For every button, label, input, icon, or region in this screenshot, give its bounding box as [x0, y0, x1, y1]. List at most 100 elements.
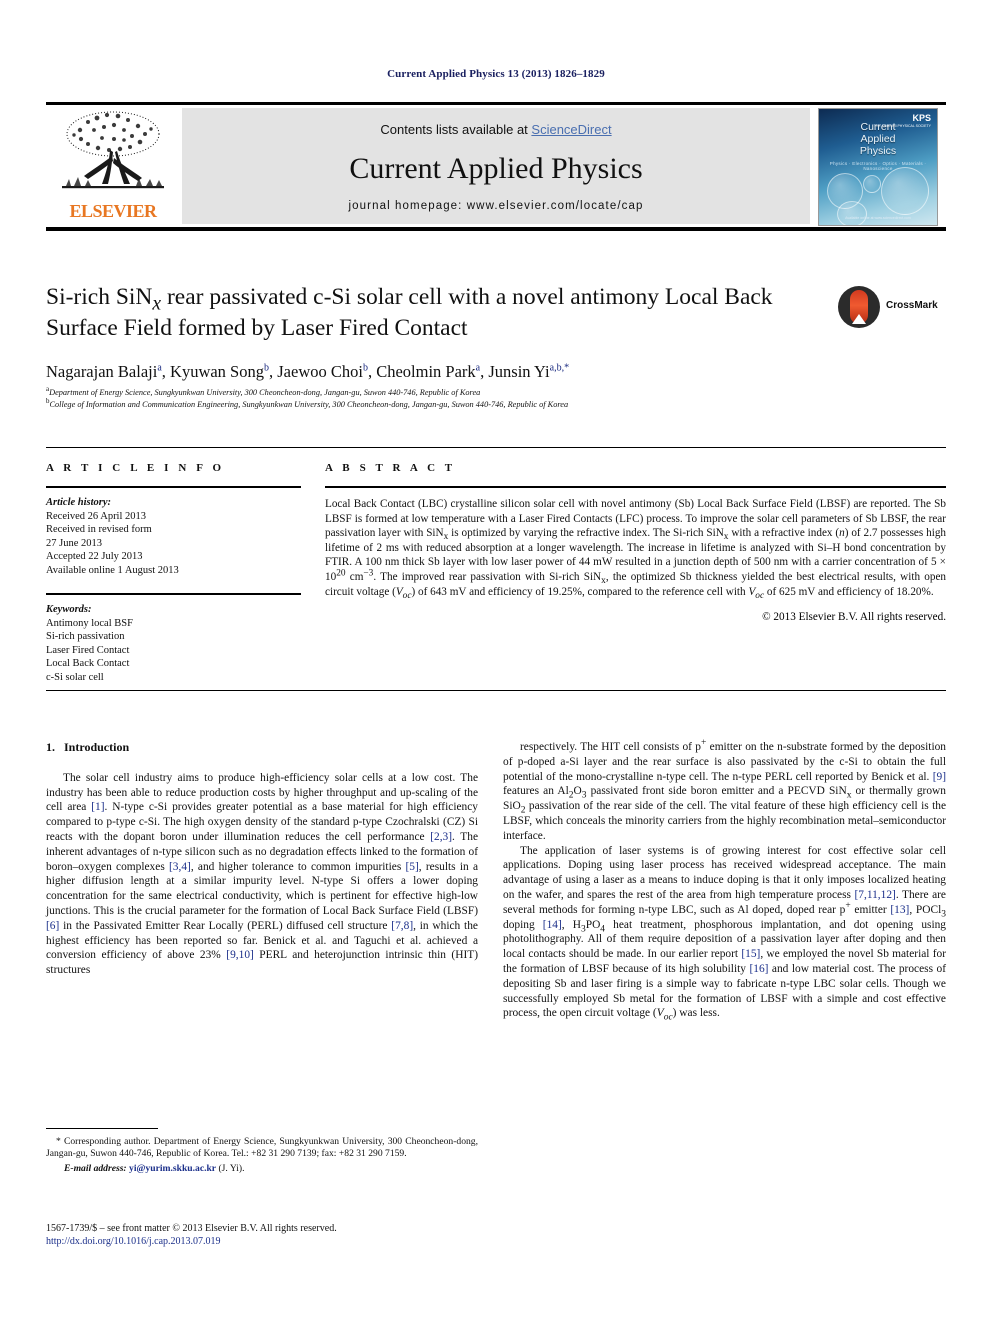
subscript: 2: [520, 805, 526, 816]
citation-reference[interactable]: [15]: [741, 948, 760, 960]
keyword-item: Antimony local BSF: [46, 617, 133, 629]
running-head: Current Applied Physics 13 (2013) 1826–1…: [387, 68, 605, 80]
journal-homepage-line[interactable]: journal homepage: www.elsevier.com/locat…: [182, 200, 810, 212]
keywords-block: Keywords: Antimony local BSF Si-rich pas…: [46, 603, 301, 684]
article-info-column: A R T I C L E I N F O Article history: R…: [46, 462, 301, 684]
subscript: 3: [580, 923, 586, 934]
cover-journal-title: Current Applied Physics: [859, 121, 897, 157]
footnote-corresponding-text: * Corresponding author. Department of En…: [46, 1136, 478, 1160]
affiliation-b: bCollege of Information and Communicatio…: [46, 398, 569, 409]
subscript: 2: [568, 790, 574, 801]
history-item: Received in revised form: [46, 524, 152, 535]
issn-line: 1567-1739/$ – see front matter © 2013 El…: [46, 1223, 337, 1234]
author[interactable]: Cheolmin Parka: [376, 362, 480, 381]
citation-reference[interactable]: [9]: [933, 771, 946, 783]
page-title: Si-rich SiNx rear passivated c-Si solar …: [46, 284, 773, 341]
citation-reference[interactable]: [16]: [749, 963, 768, 975]
italic-symbol: V: [395, 585, 403, 598]
masthead-top-rule: [46, 102, 946, 105]
cover-subtitle: Physics · Electronics · Optics · Materia…: [829, 161, 927, 171]
author[interactable]: Nagarajan Balajia: [46, 362, 162, 381]
journal-banner: Contents lists available at ScienceDirec…: [182, 108, 810, 224]
subscript: 4: [600, 923, 606, 934]
subscript: 3: [941, 909, 946, 920]
elsevier-wordmark: ELSEVIER: [69, 201, 157, 221]
citation-reference[interactable]: [9,10]: [226, 949, 254, 961]
italic-subscript: oc: [755, 590, 765, 601]
crossmark-badge[interactable]: CrossMark: [838, 286, 946, 330]
journal-title: Current Applied Physics: [349, 152, 643, 185]
keyword-item: Local Back Contact: [46, 658, 130, 669]
issn-copyright-block: 1567-1739/$ – see front matter © 2013 El…: [46, 1222, 506, 1248]
citation-reference[interactable]: [2,3]: [430, 831, 452, 843]
subscript: x: [846, 790, 852, 801]
info-top-rule: [46, 447, 946, 448]
citation-reference[interactable]: [6]: [46, 920, 59, 932]
email-address-label: E-mail address:: [64, 1162, 127, 1174]
cover-footer: Available online at www.sciencedirect.co…: [845, 216, 911, 220]
abstract-text: Local Back Contact (LBC) crystalline sil…: [325, 498, 947, 601]
citation-reference[interactable]: [7,8]: [391, 920, 413, 932]
crossmark-icon: [838, 286, 880, 328]
body-paragraph: The application of laser systems is of g…: [503, 844, 946, 1023]
masthead-bottom-rule: [46, 227, 946, 231]
journal-cover-image: KPS THE KOREAN PHYSICAL SOCIETY Current …: [818, 108, 938, 226]
info-bottom-rule: [46, 690, 946, 691]
crossmark-label: CrossMark: [886, 300, 938, 311]
contents-lists-prefix: Contents lists available at: [380, 122, 532, 137]
elsevier-logo: ELSEVIER: [52, 108, 174, 224]
elsevier-tree-icon: [62, 111, 164, 189]
citation-reference[interactable]: [7,11,12]: [855, 889, 896, 901]
citation-reference[interactable]: [3,4]: [169, 861, 191, 873]
keywords-rule: [46, 593, 301, 595]
article-history-label: Article history:: [46, 497, 112, 508]
affiliation-a: aDepartment of Energy Science, Sungkyunk…: [46, 386, 481, 397]
italic-symbol: V: [656, 1007, 664, 1020]
subscript: x: [601, 576, 606, 587]
body-paragraph: respectively. The HIT cell consists of p…: [503, 738, 946, 842]
keywords-label: Keywords:: [46, 604, 92, 615]
author[interactable]: Jaewoo Choib: [277, 362, 368, 381]
body-column-right: respectively. The HIT cell consists of p…: [503, 738, 946, 1023]
title-subscript-x: x: [152, 293, 162, 315]
superscript: 20: [336, 568, 346, 579]
doi-link[interactable]: http://dx.doi.org/10.1016/j.cap.2013.07.…: [46, 1236, 221, 1247]
corresponding-author-footnote: * Corresponding author. Department of En…: [46, 1128, 478, 1175]
body-paragraph: The solar cell industry aims to produce …: [46, 771, 478, 977]
citation-reference[interactable]: [5]: [406, 861, 419, 873]
superscript: −3: [363, 568, 374, 579]
citation-reference[interactable]: [13]: [890, 904, 909, 916]
history-item: 27 June 2013: [46, 537, 102, 549]
journal-masthead: ELSEVIER Contents lists available at Sci…: [46, 102, 946, 231]
citation-reference[interactable]: [1]: [91, 801, 104, 813]
article-info-rule: [46, 486, 301, 488]
keyword-item: Si-rich passivation: [46, 631, 125, 642]
italic-subscript: oc: [402, 590, 412, 601]
contents-lists-line: Contents lists available at ScienceDirec…: [182, 122, 810, 137]
article-history: Article history: Received 26 April 2013 …: [46, 496, 301, 577]
abstract-heading: A B S T R A C T: [325, 462, 456, 474]
paper-page: Current Applied Physics 13 (2013) 1826–1…: [0, 0, 992, 1323]
subscript: x: [723, 532, 729, 543]
citation-reference[interactable]: [14]: [543, 919, 562, 931]
superscript: +: [845, 900, 851, 911]
author[interactable]: Junsin Yia,b,*: [488, 362, 569, 381]
email-link[interactable]: yi@yurim.skku.ac.kr: [129, 1163, 216, 1174]
subscript: 3: [581, 790, 587, 801]
author-list: Nagarajan Balajia, Kyuwan Songb, Jaewoo …: [46, 362, 570, 381]
cover-bubble-3: [863, 175, 881, 193]
section-heading-introduction: 1. Introduction: [46, 740, 130, 754]
abstract-rule: [325, 486, 946, 488]
keyword-item: c-Si solar cell: [46, 671, 104, 683]
footnote-email-line: E-mail address: yi@yurim.skku.ac.kr (J. …: [64, 1162, 245, 1174]
italic-symbol: n: [839, 527, 845, 540]
keyword-item: Laser Fired Contact: [46, 644, 130, 656]
history-item: Accepted 22 July 2013: [46, 551, 143, 562]
article-info-heading: A R T I C L E I N F O: [46, 462, 225, 474]
author[interactable]: Kyuwan Songb: [170, 362, 269, 381]
sciencedirect-link[interactable]: ScienceDirect: [531, 122, 611, 137]
history-item: Received 26 April 2013: [46, 510, 147, 522]
cover-bubble-2: [881, 167, 929, 215]
crossmark-arrow-shape: [852, 314, 866, 324]
history-item: Available online 1 August 2013: [46, 564, 179, 576]
